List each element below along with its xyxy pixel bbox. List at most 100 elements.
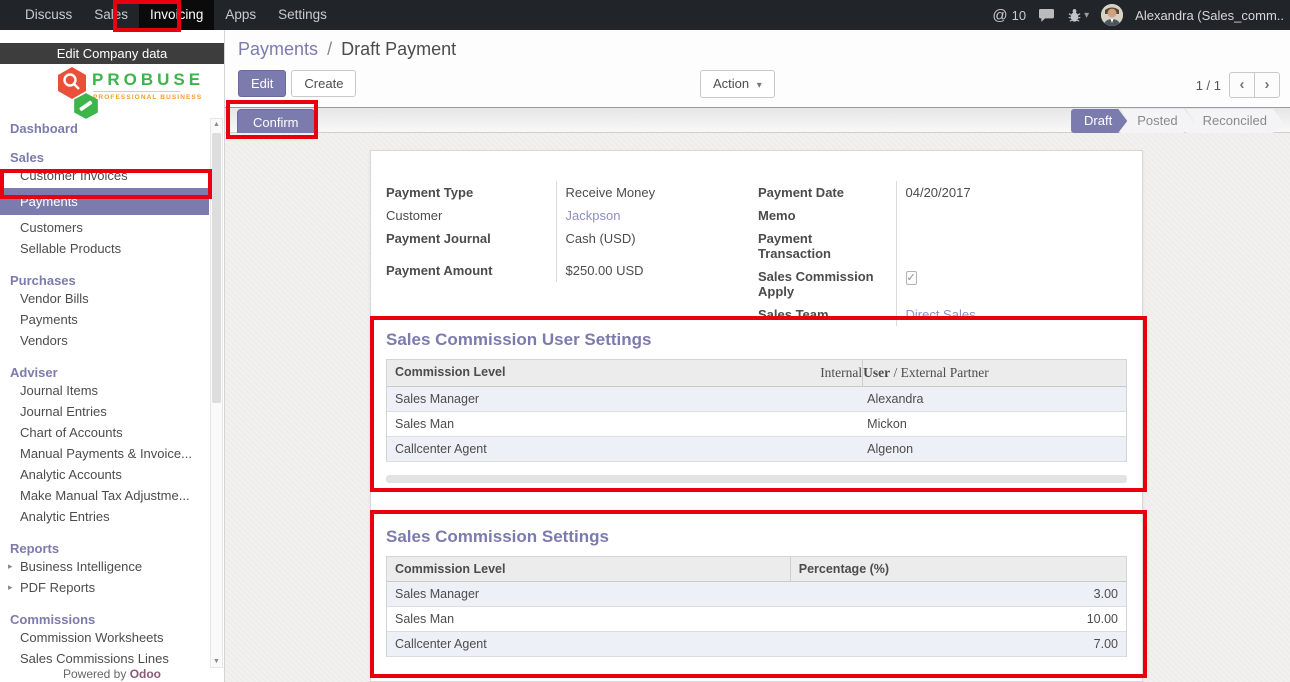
sidebar-header-reports[interactable]: Reports — [0, 541, 209, 556]
field-label: Customer — [386, 204, 556, 227]
table-row[interactable]: Sales Man 10.00 — [387, 607, 1126, 632]
sidebar-item-vendors[interactable]: Vendors — [0, 330, 209, 351]
probuse-logo: PROBUSE PROFESSIONAL BUSINESS — [0, 66, 224, 118]
sidebar-item-vendor-bills[interactable]: Vendor Bills — [0, 288, 209, 309]
sidebar-item-sales-commissions-lines[interactable]: Sales Commissions Lines — [0, 648, 209, 666]
field-value — [896, 204, 1071, 227]
scrollbar-thumb[interactable] — [212, 133, 221, 403]
sidebar-item-analytic-entries[interactable]: Analytic Entries — [0, 506, 209, 527]
cell-user: Algenon — [862, 437, 1126, 461]
status-step-posted[interactable]: Posted — [1120, 109, 1192, 133]
sidebar-item-journal-entries[interactable]: Journal Entries — [0, 401, 209, 422]
table-row[interactable]: Callcenter Agent 7.00 — [387, 632, 1126, 657]
scroll-down-icon[interactable]: ▼ — [211, 658, 222, 665]
mentions-counter[interactable]: @ 10 — [992, 7, 1026, 24]
user-menu[interactable]: Alexandra (Sales_comm.. — [1135, 8, 1284, 23]
sidebar-item-business-intelligence[interactable]: ▸Business Intelligence — [0, 556, 209, 577]
breadcrumb-separator: / — [323, 39, 336, 59]
commission-user-settings-table: Commission Level Internal User / Externa… — [386, 359, 1127, 462]
status-step-reconciled[interactable]: Reconciled — [1186, 109, 1282, 133]
table-header-row: Commission Level Internal User / Externa… — [387, 360, 1126, 387]
expand-arrow-icon[interactable]: ▸ — [8, 577, 13, 598]
powered-by-odoo: Powered by Odoo — [0, 667, 224, 681]
sidebar-item-customer-invoices[interactable]: Customer Invoices — [0, 165, 209, 186]
column-header-percentage[interactable]: Percentage (%) — [790, 557, 1126, 581]
edit-button[interactable]: Edit — [238, 70, 286, 97]
debug-bug-icon[interactable]: ▾ — [1067, 8, 1089, 23]
table-row[interactable]: Sales Manager 3.00 — [387, 582, 1126, 607]
menu-apps[interactable]: Apps — [214, 0, 267, 30]
cell-commission-level: Callcenter Agent — [387, 632, 790, 656]
sidebar-item-chart-of-accounts[interactable]: Chart of Accounts — [0, 422, 209, 443]
sidebar-item-commission-worksheets[interactable]: Commission Worksheets — [0, 627, 209, 648]
column-header-commission-level[interactable]: Commission Level — [395, 365, 505, 381]
field-sales-team: Sales Team Direct Sales — [758, 303, 1071, 326]
caret-down-icon: ▾ — [757, 80, 762, 91]
user-avatar[interactable] — [1101, 4, 1123, 26]
sidebar-item-customers[interactable]: Customers — [0, 217, 209, 238]
sidebar-item-payments-purchases[interactable]: Payments — [0, 309, 209, 330]
field-memo: Memo — [758, 204, 1071, 227]
header-user-text: User — [863, 365, 890, 380]
sidebar-item-label: PDF Reports — [20, 580, 95, 595]
column-header-commission-level[interactable]: Commission Level — [387, 557, 790, 581]
field-payment-transaction: Payment Transaction — [758, 227, 1071, 265]
edit-company-data-button[interactable]: Edit Company data — [0, 43, 224, 64]
sidebar-item-analytic-accounts[interactable]: Analytic Accounts — [0, 464, 209, 485]
field-label: Payment Amount — [386, 250, 556, 282]
sidebar-header-adviser[interactable]: Adviser — [0, 365, 209, 380]
confirm-button[interactable]: Confirm — [237, 109, 315, 136]
pager-previous-button[interactable]: ‹ — [1229, 72, 1255, 98]
odoo-brand[interactable]: Odoo — [130, 667, 161, 681]
breadcrumb-payments-link[interactable]: Payments — [238, 39, 318, 59]
sidebar-item-payments[interactable]: Payments — [0, 188, 209, 215]
status-step-draft[interactable]: Draft — [1071, 109, 1127, 133]
sales-team-link[interactable]: Direct Sales — [896, 303, 1071, 326]
status-steps: Draft Posted Reconciled — [1071, 109, 1282, 133]
table-row[interactable]: Callcenter Agent Algenon — [387, 437, 1126, 462]
menu-settings[interactable]: Settings — [267, 0, 338, 30]
record-pager: 1 / 1 ‹ › — [1196, 72, 1280, 98]
sidebar-item-manual-payments[interactable]: Manual Payments & Invoice... — [0, 443, 209, 464]
sidebar-header-sales[interactable]: Sales — [0, 150, 209, 165]
sidebar-item-manual-tax-adjustments[interactable]: Make Manual Tax Adjustme... — [0, 485, 209, 506]
table-horizontal-scrollbar[interactable] — [386, 475, 1127, 483]
logo-divider — [93, 91, 180, 92]
sidebar-header-purchases[interactable]: Purchases — [0, 273, 209, 288]
create-button[interactable]: Create — [291, 70, 356, 97]
debug-caret-icon: ▾ — [1084, 10, 1089, 21]
column-header-user-external-partner[interactable]: User / External Partner — [862, 360, 1126, 386]
table-row[interactable]: Sales Manager Alexandra — [387, 387, 1126, 412]
action-label: Action — [713, 76, 749, 91]
sidebar-item-pdf-reports[interactable]: ▸ PDF Reports — [0, 577, 209, 598]
cell-percentage: 7.00 — [790, 632, 1126, 656]
sidebar-header-commissions[interactable]: Commissions — [0, 612, 209, 627]
pager-counter: 1 / 1 — [1196, 78, 1221, 93]
sidebar-item-journal-items[interactable]: Journal Items — [0, 380, 209, 401]
field-group-left: Payment Type Receive Money Customer Jack… — [386, 181, 731, 282]
field-label: Sales Team — [758, 303, 896, 326]
menu-invoicing[interactable]: Invoicing — [139, 0, 214, 30]
sidebar-header-dashboard[interactable]: Dashboard — [0, 121, 209, 136]
brand-tagline: PROFESSIONAL BUSINESS — [93, 94, 202, 101]
menu-discuss[interactable]: Discuss — [14, 0, 83, 30]
customer-link[interactable]: Jackpson — [556, 204, 731, 227]
sidebar-item-sellable-products[interactable]: Sellable Products — [0, 238, 209, 259]
section-title: Sales Commission User Settings — [386, 329, 1127, 350]
cell-commission-level: Sales Manager — [387, 582, 790, 606]
pager-next-button[interactable]: › — [1254, 72, 1280, 98]
chat-bubble-icon[interactable] — [1038, 8, 1055, 23]
action-dropdown-button[interactable]: Action ▾ — [700, 70, 775, 98]
sales-commission-apply-checkbox[interactable]: ✓ — [906, 271, 917, 285]
table-row[interactable]: Sales Man Mickon — [387, 412, 1126, 437]
field-label: Sales Commission Apply — [758, 265, 896, 303]
cell-user: Mickon — [862, 412, 1126, 436]
menu-sales[interactable]: Sales — [83, 0, 139, 30]
scroll-up-icon[interactable]: ▲ — [211, 121, 222, 128]
powered-by-text: Powered by — [63, 667, 126, 681]
field-label: Payment Date — [758, 181, 896, 204]
expand-arrow-icon[interactable]: ▸ — [8, 556, 13, 577]
field-customer: Customer Jackpson — [386, 204, 731, 227]
cell-commission-level: Sales Manager — [387, 387, 862, 411]
sidebar-scrollbar[interactable]: ▲ ▼ — [210, 118, 223, 668]
